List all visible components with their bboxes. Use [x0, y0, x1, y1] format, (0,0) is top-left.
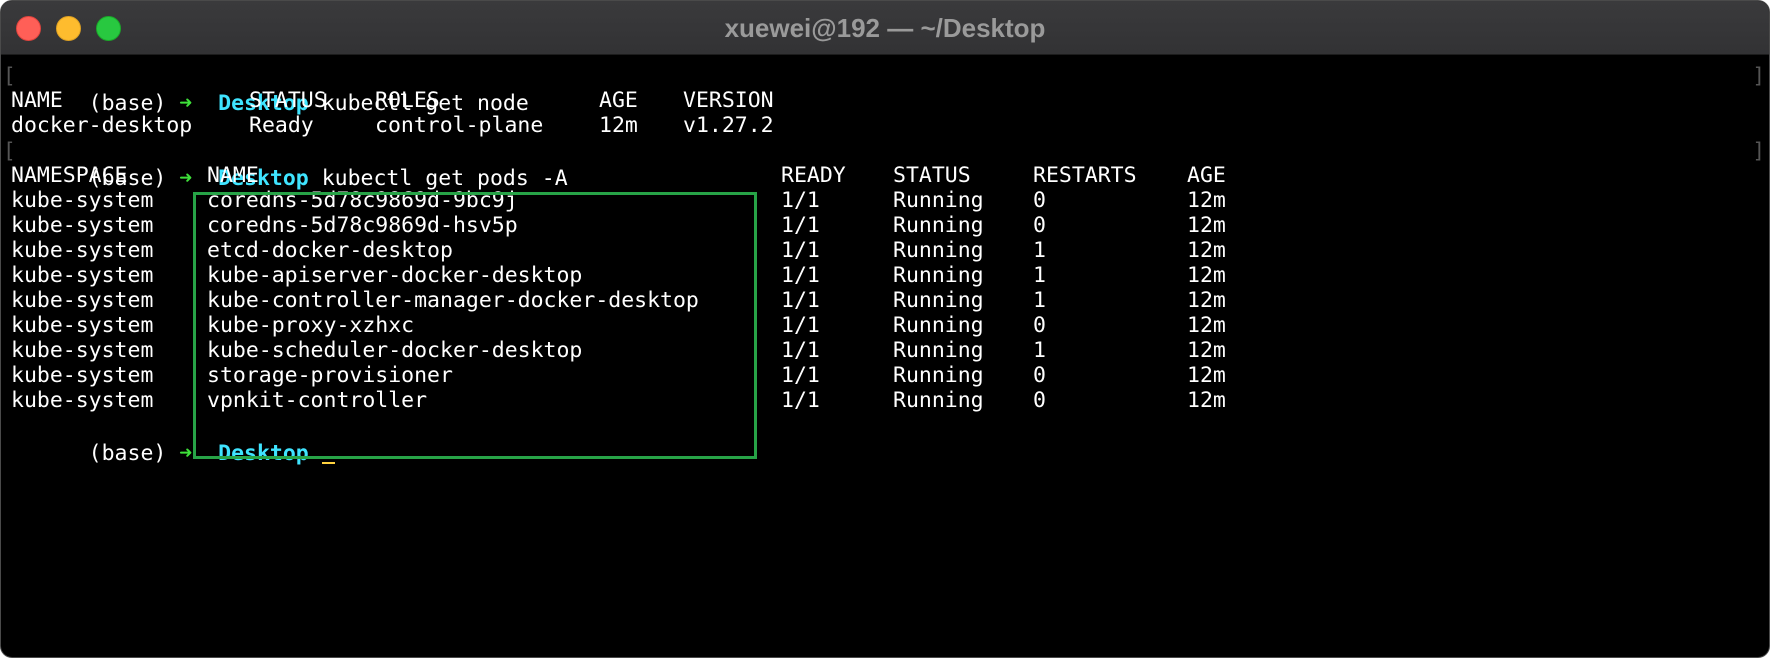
table-row: kube-system vpnkit-controller 1/1 Runnin…: [11, 387, 1226, 415]
column-header: ROLES: [375, 88, 440, 113]
pod-namespace: kube-system: [11, 288, 154, 313]
pod-namespace: kube-system: [11, 338, 154, 363]
pod-age: 12m: [1187, 313, 1226, 338]
pod-namespace: kube-system: [11, 238, 154, 263]
pod-age: 12m: [1187, 288, 1226, 313]
pod-status: Running: [893, 338, 984, 363]
prompt-mark-right: ]: [1752, 139, 1765, 163]
pod-restarts: 1: [1033, 288, 1046, 313]
table-row: docker-desktop Ready control-plane 12m v…: [11, 112, 774, 140]
pod-restarts: 0: [1033, 313, 1046, 338]
pod-names-highlight-box: [193, 192, 757, 459]
pod-status: Running: [893, 288, 984, 313]
pod-ready: 1/1: [781, 188, 820, 213]
prompt-arrow-icon: ➜: [179, 441, 193, 466]
pod-namespace: kube-system: [11, 313, 154, 338]
table-row: kube-system etcd-docker-desktop 1/1 Runn…: [11, 237, 1226, 265]
pod-age: 12m: [1187, 363, 1226, 388]
pod-age: 12m: [1187, 238, 1226, 263]
column-header: READY: [781, 163, 846, 188]
pod-status: Running: [893, 388, 984, 413]
table-row: kube-system coredns-5d78c9869d-9bc9j 1/1…: [11, 187, 1226, 215]
table-row: kube-system kube-scheduler-docker-deskto…: [11, 337, 1226, 365]
pod-restarts: 0: [1033, 188, 1046, 213]
text-cursor: [321, 462, 335, 464]
pods-table-header: NAMESPACE NAME READY STATUS RESTARTS AGE: [11, 162, 1226, 190]
pod-restarts: 0: [1033, 363, 1046, 388]
column-header: AGE: [599, 88, 638, 113]
prompt-line-1: (base) ➜ Desktop kubectl get node: [11, 62, 529, 116]
node-table-header: NAME STATUS ROLES AGE VERSION: [11, 87, 774, 115]
pod-status: Running: [893, 313, 984, 338]
table-row: kube-system storage-provisioner 1/1 Runn…: [11, 362, 1226, 390]
pod-status: Running: [893, 213, 984, 238]
pod-ready: 1/1: [781, 263, 820, 288]
pod-restarts: 0: [1033, 388, 1046, 413]
pod-ready: 1/1: [781, 238, 820, 263]
prompt-arrow-icon: ➜: [179, 166, 193, 191]
terminal-window: xuewei@192 — ~/Desktop [ ] (base) ➜ Desk…: [0, 0, 1770, 658]
pod-status: Running: [893, 188, 984, 213]
prompt-mark-right: ]: [1752, 64, 1765, 88]
prompt-env: (base): [88, 441, 167, 466]
pod-restarts: 1: [1033, 263, 1046, 288]
column-header: VERSION: [683, 88, 774, 113]
pod-status: Running: [893, 238, 984, 263]
pod-age: 12m: [1187, 188, 1226, 213]
node-roles: control-plane: [375, 113, 544, 138]
window-title: xuewei@192 — ~/Desktop: [724, 13, 1046, 43]
pod-ready: 1/1: [781, 338, 820, 363]
node-age: 12m: [599, 113, 638, 138]
pod-namespace: kube-system: [11, 263, 154, 288]
pod-ready: 1/1: [781, 313, 820, 338]
pod-namespace: kube-system: [11, 388, 154, 413]
node-name: docker-desktop: [11, 113, 193, 138]
pod-namespace: kube-system: [11, 188, 154, 213]
pod-age: 12m: [1187, 263, 1226, 288]
pod-ready: 1/1: [781, 288, 820, 313]
pod-age: 12m: [1187, 338, 1226, 363]
pod-status: Running: [893, 363, 984, 388]
pod-age: 12m: [1187, 213, 1226, 238]
pod-restarts: 1: [1033, 338, 1046, 363]
pod-namespace: kube-system: [11, 213, 154, 238]
pod-status: Running: [893, 263, 984, 288]
pod-restarts: 1: [1033, 238, 1046, 263]
pod-age: 12m: [1187, 388, 1226, 413]
column-header: STATUS: [893, 163, 971, 188]
pod-ready: 1/1: [781, 213, 820, 238]
column-header: AGE: [1187, 163, 1226, 188]
pod-restarts: 0: [1033, 213, 1046, 238]
node-status: Ready: [249, 113, 314, 138]
table-row: kube-system coredns-5d78c9869d-hsv5p 1/1…: [11, 212, 1226, 240]
node-version: v1.27.2: [683, 113, 774, 138]
column-header: NAMESPACE: [11, 163, 128, 188]
table-row: kube-system kube-controller-manager-dock…: [11, 287, 1226, 315]
pod-ready: 1/1: [781, 388, 820, 413]
column-header: NAME: [207, 163, 259, 188]
column-header: NAME: [11, 88, 63, 113]
pod-namespace: kube-system: [11, 363, 154, 388]
title-bar: xuewei@192 — ~/Desktop: [1, 1, 1769, 55]
prompt-line-2: (base) ➜ Desktop kubectl get pods -A: [11, 137, 568, 191]
column-header: STATUS: [249, 88, 327, 113]
table-row: kube-system kube-proxy-xzhxc 1/1 Running…: [11, 312, 1226, 340]
pod-ready: 1/1: [781, 363, 820, 388]
table-row: kube-system kube-apiserver-docker-deskto…: [11, 262, 1226, 290]
column-header: RESTARTS: [1033, 163, 1137, 188]
